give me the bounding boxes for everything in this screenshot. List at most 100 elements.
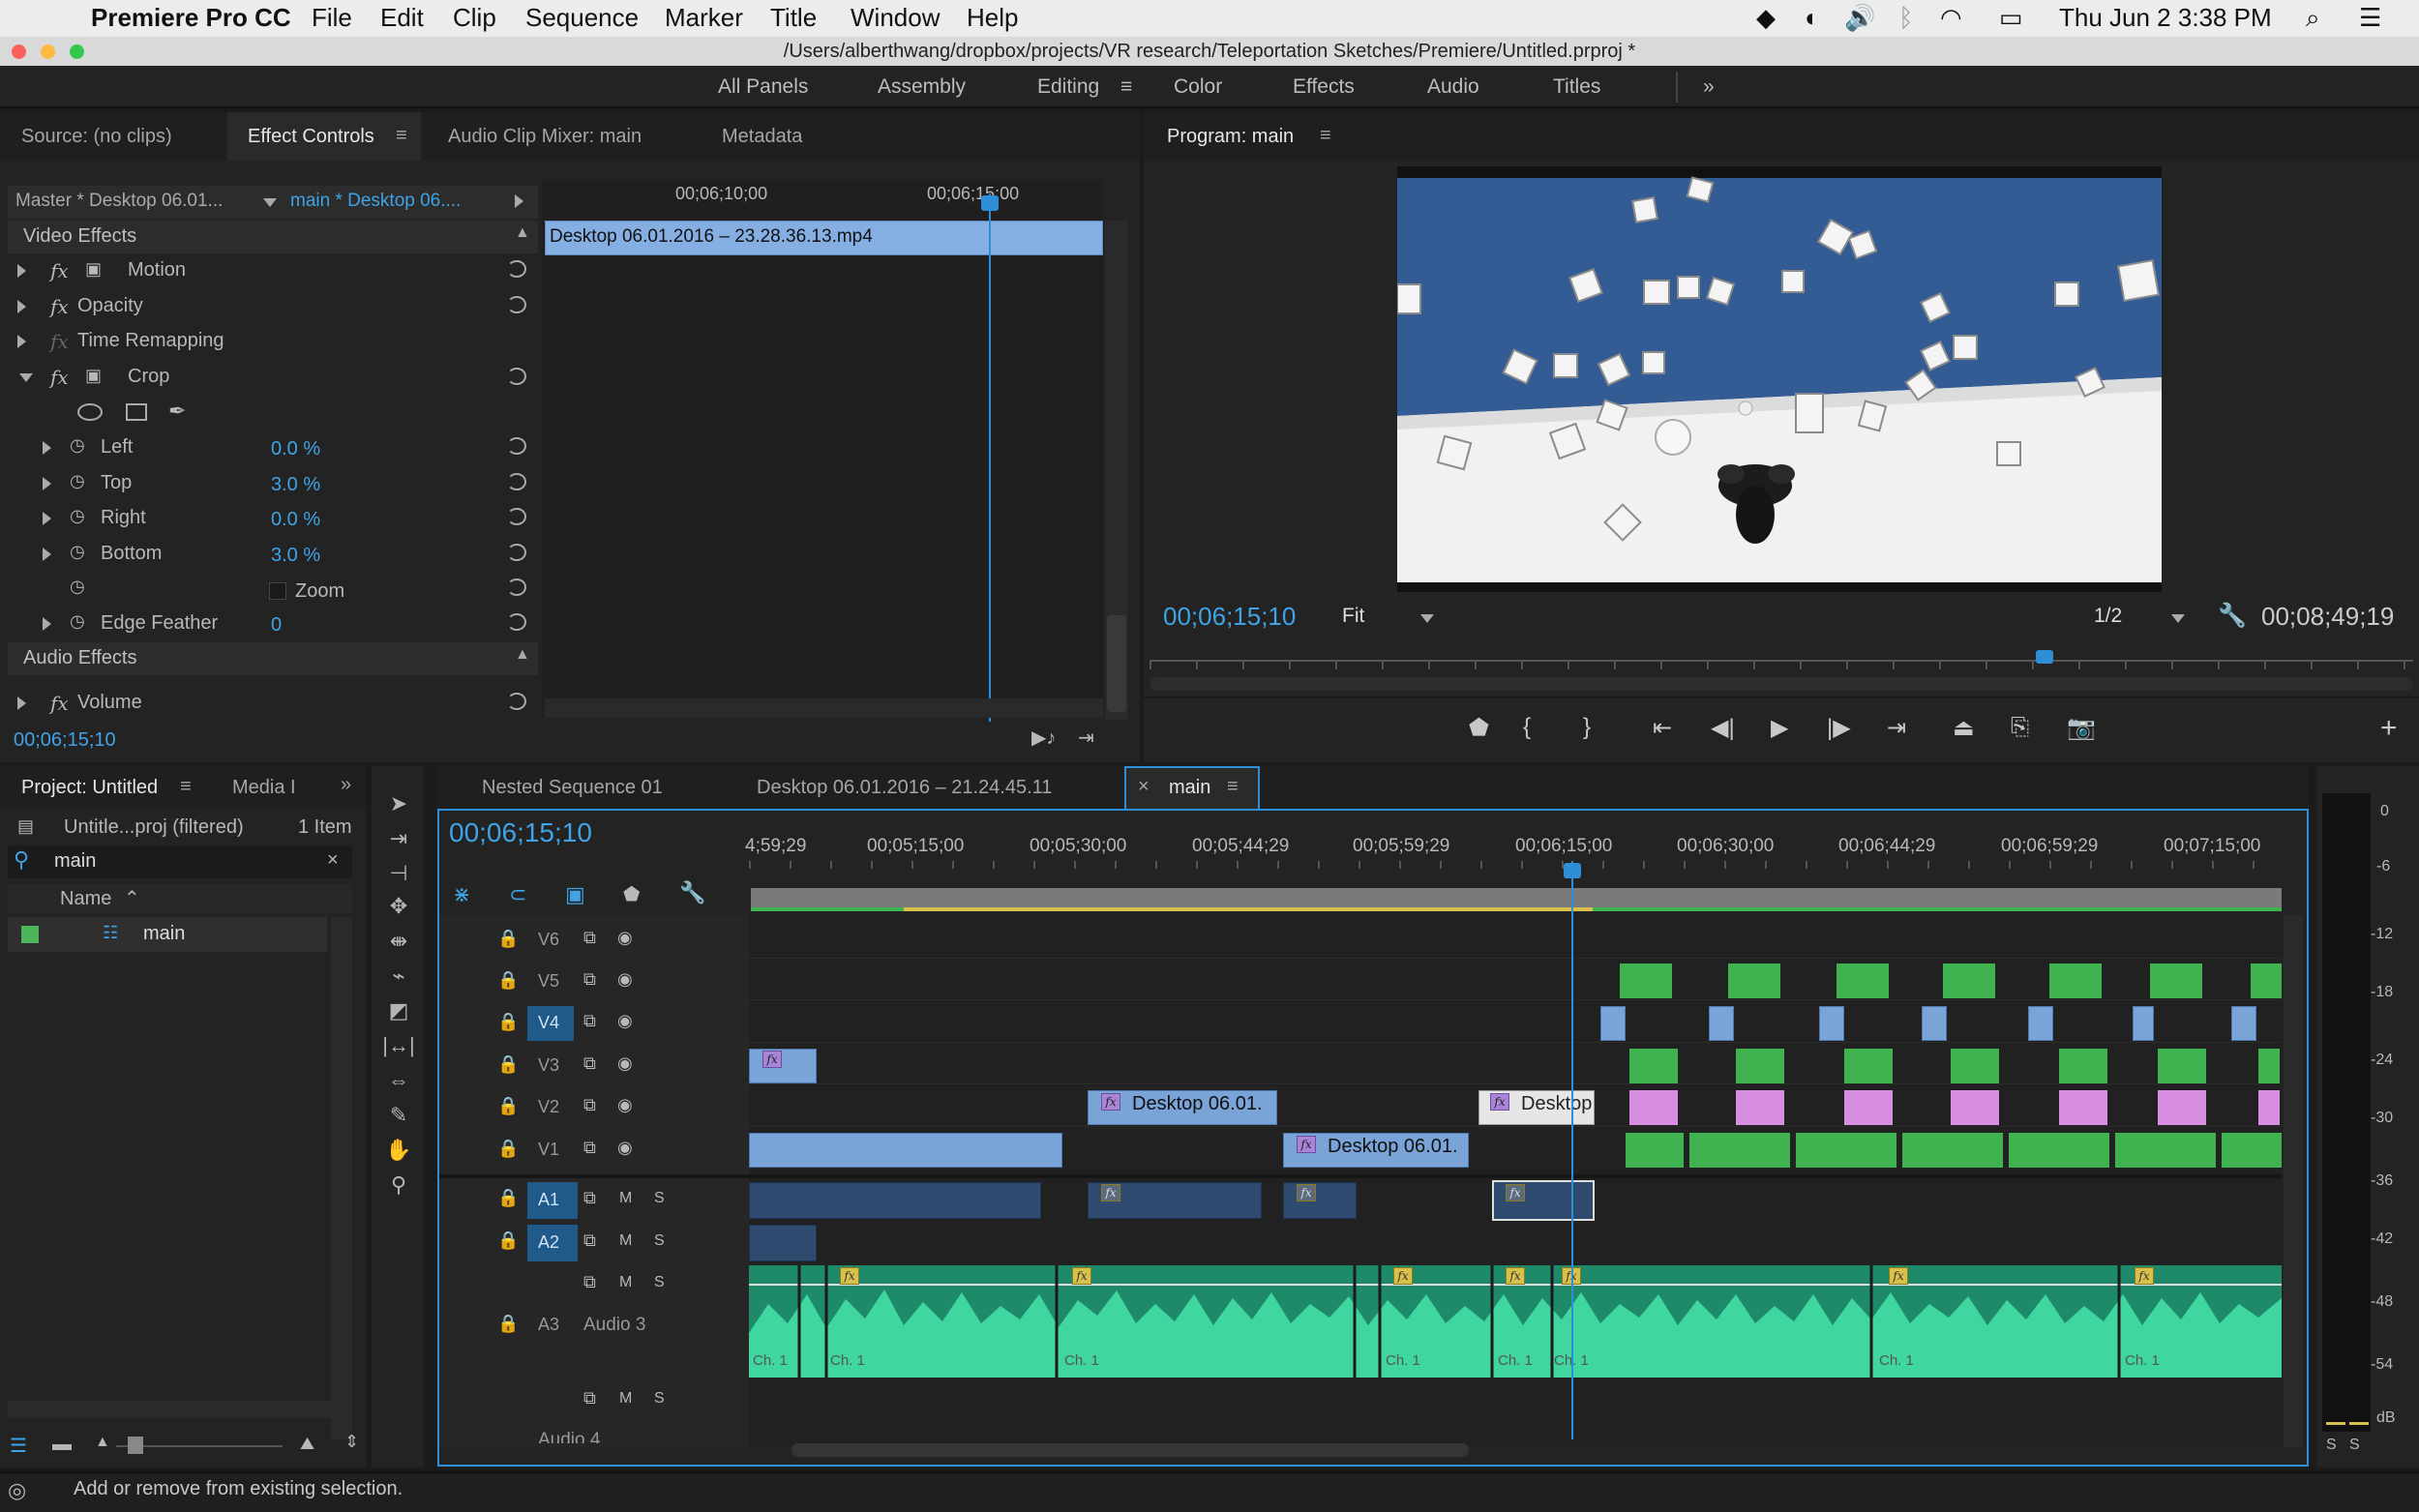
step-back-icon[interactable]: ◀|: [1711, 714, 1735, 742]
clip-v3[interactable]: [2258, 1049, 2280, 1083]
program-playhead-handle[interactable]: [2036, 650, 2053, 664]
clip-v3[interactable]: [2158, 1049, 2206, 1083]
expand-param-icon[interactable]: [43, 441, 51, 455]
effect-crop[interactable]: Crop: [128, 366, 169, 388]
clip-v4[interactable]: [2231, 1006, 2256, 1041]
icon-view-icon[interactable]: ▬: [52, 1434, 72, 1456]
workspace-menu-icon[interactable]: ≡: [1120, 75, 1132, 99]
clip-v4[interactable]: [2133, 1006, 2154, 1041]
reset-icon[interactable]: [507, 544, 526, 561]
reset-icon[interactable]: [507, 296, 526, 313]
spotlight-icon[interactable]: ⌕: [2306, 3, 2320, 34]
clip-v5[interactable]: [2150, 964, 2202, 998]
sort-icon[interactable]: ⇕: [344, 1432, 359, 1452]
button-editor-icon[interactable]: +: [2380, 712, 2398, 745]
effect-time-remapping[interactable]: Time Remapping: [77, 330, 224, 352]
mute-icon[interactable]: M: [619, 1190, 632, 1207]
clip-selector[interactable]: main * Desktop 06....: [290, 191, 461, 212]
mark-out-icon[interactable]: }: [1583, 714, 1591, 741]
sort-asc-icon[interactable]: ⌃: [124, 886, 140, 910]
clip-v3[interactable]: [1844, 1049, 1893, 1083]
expand-param-icon[interactable]: [43, 512, 51, 525]
solo-icon[interactable]: S: [654, 1190, 665, 1207]
audio4-name[interactable]: Audio 4: [538, 1430, 600, 1443]
expand-param-icon[interactable]: [43, 477, 51, 490]
clip-v4[interactable]: [2028, 1006, 2053, 1041]
lock-icon[interactable]: 🔒: [497, 929, 519, 949]
workspace-titles[interactable]: Titles: [1553, 75, 1600, 99]
add-marker-icon[interactable]: ⬟: [623, 882, 640, 906]
lift-icon[interactable]: ⏏: [1953, 714, 1975, 742]
sync-lock-icon[interactable]: ⧉: [583, 969, 596, 990]
collapse-crop-icon[interactable]: [19, 373, 33, 382]
clock[interactable]: Thu Jun 2 3:38 PM: [2059, 3, 2272, 33]
sync-lock-icon[interactable]: ⧉: [583, 1272, 596, 1292]
eye-icon[interactable]: ◉: [617, 1095, 633, 1115]
scrollbar[interactable]: [331, 917, 352, 1439]
timeline-settings-icon[interactable]: 🔧: [679, 880, 705, 905]
solo-icon[interactable]: S: [654, 1274, 665, 1291]
menu-window[interactable]: Window: [851, 3, 940, 33]
effect-volume[interactable]: Volume: [77, 692, 142, 714]
ellipse-mask-icon[interactable]: [77, 403, 103, 421]
stopwatch-icon[interactable]: ◷: [70, 577, 85, 597]
export-icon[interactable]: ⇥: [1078, 726, 1094, 750]
eye-icon[interactable]: ◉: [617, 1138, 633, 1158]
list-view-icon[interactable]: ☰: [10, 1434, 27, 1458]
workspace-assembly[interactable]: Assembly: [878, 75, 966, 99]
fit-dropdown[interactable]: Fit: [1342, 605, 1364, 628]
clip-v3[interactable]: [1629, 1049, 1678, 1083]
program-playhead-timecode[interactable]: 00;06;15;10: [1163, 602, 1296, 632]
notification-center-icon[interactable]: ☰: [2359, 3, 2381, 33]
stopwatch-icon[interactable]: ◷: [70, 435, 85, 456]
tab-project[interactable]: Project: Untitled: [21, 777, 158, 799]
timeline-vscroll[interactable]: [2284, 915, 2303, 1447]
master-label[interactable]: Master * Desktop 06.01...: [15, 191, 223, 212]
mute-icon[interactable]: M: [619, 1390, 632, 1408]
sync-lock-icon[interactable]: ⧉: [583, 1138, 596, 1158]
clip-v1[interactable]: [749, 1133, 1062, 1168]
sync-lock-icon[interactable]: ⧉: [583, 1011, 596, 1031]
pen-mask-icon[interactable]: ✒: [168, 399, 186, 424]
clip-v2-pink[interactable]: [1736, 1090, 1784, 1125]
lock-icon[interactable]: 🔒: [497, 970, 519, 991]
sync-lock-icon[interactable]: ⧉: [583, 1188, 596, 1208]
bluetooth-icon[interactable]: ᛒ: [1898, 3, 1914, 33]
go-to-in-icon[interactable]: ⇤: [1653, 714, 1672, 742]
app-menu[interactable]: Premiere Pro CC: [91, 3, 291, 33]
resolution-dropdown[interactable]: 1/2: [2094, 605, 2122, 628]
export-frame-icon[interactable]: 📷: [2067, 714, 2096, 742]
timeline-playhead-handle[interactable]: [1564, 863, 1581, 878]
tab-audio-clip-mixer[interactable]: Audio Clip Mixer: main: [448, 126, 642, 148]
label-color-swatch[interactable]: [21, 926, 39, 943]
reset-icon[interactable]: [507, 693, 526, 710]
eye-icon[interactable]: ◉: [617, 969, 633, 990]
expand-param-icon[interactable]: [43, 617, 51, 631]
mute-icon[interactable]: M: [619, 1274, 632, 1291]
solo-left-button[interactable]: S: [2326, 1437, 2337, 1454]
battery-icon[interactable]: ▭: [1999, 3, 2023, 33]
minimize-window-button[interactable]: [41, 44, 55, 59]
nest-icon[interactable]: ⋇: [453, 882, 470, 907]
slide-tool-icon[interactable]: ⇔: [382, 1068, 415, 1097]
show-timeline-icon[interactable]: [515, 194, 523, 208]
ripple-edit-tool-icon[interactable]: ⊣: [382, 861, 415, 890]
project-item-main[interactable]: main: [143, 923, 185, 945]
volume-icon[interactable]: 🔊: [1844, 3, 1875, 33]
clip-v3[interactable]: [1951, 1049, 1999, 1083]
panel-menu-icon[interactable]: ≡: [1227, 776, 1239, 798]
reset-icon[interactable]: [507, 260, 526, 278]
linked-selection-icon[interactable]: ▣: [565, 882, 585, 907]
mute-icon[interactable]: M: [619, 1232, 632, 1250]
menu-file[interactable]: File: [312, 3, 352, 33]
lock-icon[interactable]: 🔒: [497, 1096, 519, 1116]
reset-icon[interactable]: [507, 508, 526, 525]
clip-a2[interactable]: [749, 1225, 817, 1261]
workspace-effects[interactable]: Effects: [1293, 75, 1355, 99]
timeline-timecode[interactable]: 00;06;15;10: [449, 817, 592, 848]
pen-tool-icon[interactable]: ✎: [382, 1103, 415, 1132]
zoom-checkbox[interactable]: [269, 582, 286, 600]
zoom-slider-handle[interactable]: [128, 1437, 143, 1454]
clip-v3[interactable]: [2059, 1049, 2107, 1083]
rolling-edit-tool-icon[interactable]: ✥: [382, 894, 415, 923]
